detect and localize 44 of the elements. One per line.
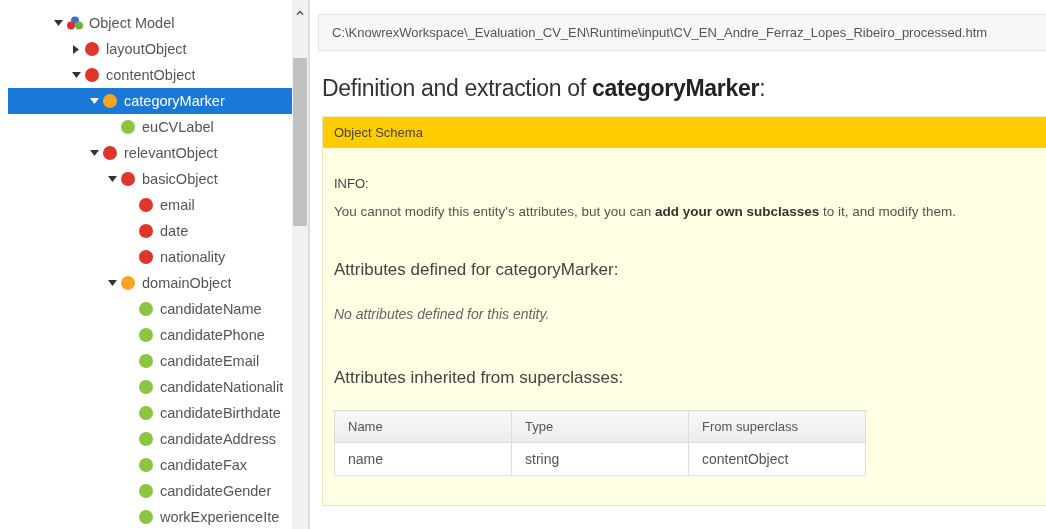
column-header: Type (511, 410, 689, 443)
table-cell: string (511, 442, 689, 476)
info-text: You cannot modify this entity's attributes, but you can add your own subclasses to it, and modify them. (334, 204, 956, 219)
scrollbar-thumb[interactable] (293, 58, 307, 226)
tree-item[interactable]: basicObject (8, 166, 292, 192)
tree-item[interactable]: categoryMarker (8, 88, 292, 114)
page-heading: Definition and extraction of categoryMarker: (322, 75, 767, 102)
tree-item[interactable]: layoutObject (8, 36, 292, 62)
section-heading: Attributes inherited from superclasses: (334, 368, 625, 388)
tree-item[interactable]: date (8, 218, 292, 244)
expanded-arrow-icon[interactable] (89, 150, 99, 156)
panel-header: Object Schema (323, 117, 1046, 148)
table-cell: contentObject (688, 442, 866, 476)
tree-item[interactable]: euCVLabel (8, 114, 292, 140)
tree-item[interactable]: candidateEmail (8, 348, 292, 374)
empty-message: No attributes defined for this entity. (334, 306, 551, 322)
tree-item[interactable]: candidateGender (8, 478, 292, 504)
expanded-arrow-icon[interactable] (71, 72, 81, 78)
tree-item[interactable]: candidateFax (8, 452, 292, 478)
model-icon (67, 16, 83, 30)
column-header: From superclass (688, 410, 866, 443)
tree-item[interactable]: candidateNationalit (8, 374, 292, 400)
tree-item[interactable]: candidatePhone (8, 322, 292, 348)
column-header: Name (334, 410, 512, 443)
scrollbar[interactable] (292, 0, 308, 529)
collapsed-arrow-icon[interactable] (73, 44, 79, 54)
expanded-arrow-icon[interactable] (107, 280, 117, 286)
table-cell: name (334, 442, 512, 476)
expanded-arrow-icon[interactable] (53, 20, 63, 26)
info-label: INFO: (334, 176, 370, 191)
scroll-up-icon[interactable] (296, 10, 304, 15)
tree-item[interactable]: email (8, 192, 292, 218)
tree-item[interactable]: Object Model (8, 10, 292, 36)
tree-item[interactable]: nationality (8, 244, 292, 270)
tree-item[interactable]: domainObject (8, 270, 292, 296)
tree-item[interactable]: relevantObject (8, 140, 292, 166)
file-path-bar: C:\KnowrexWorkspace\_Evaluation_CV_EN\Runtime\input\CV_EN_Andre_Ferraz_Lopes_Ribeiro_processed.htm (318, 14, 1046, 51)
section-heading: Attributes defined for categoryMarker: (334, 260, 620, 280)
tree-item[interactable]: contentObject (8, 62, 292, 88)
expanded-arrow-icon[interactable] (107, 176, 117, 182)
tree-item[interactable]: candidateBirthdate (8, 400, 292, 426)
tree-item[interactable]: candidateName (8, 296, 292, 322)
tree-item[interactable]: workExperienceIte (8, 504, 292, 529)
tree-item[interactable]: candidateAddress (8, 426, 292, 452)
